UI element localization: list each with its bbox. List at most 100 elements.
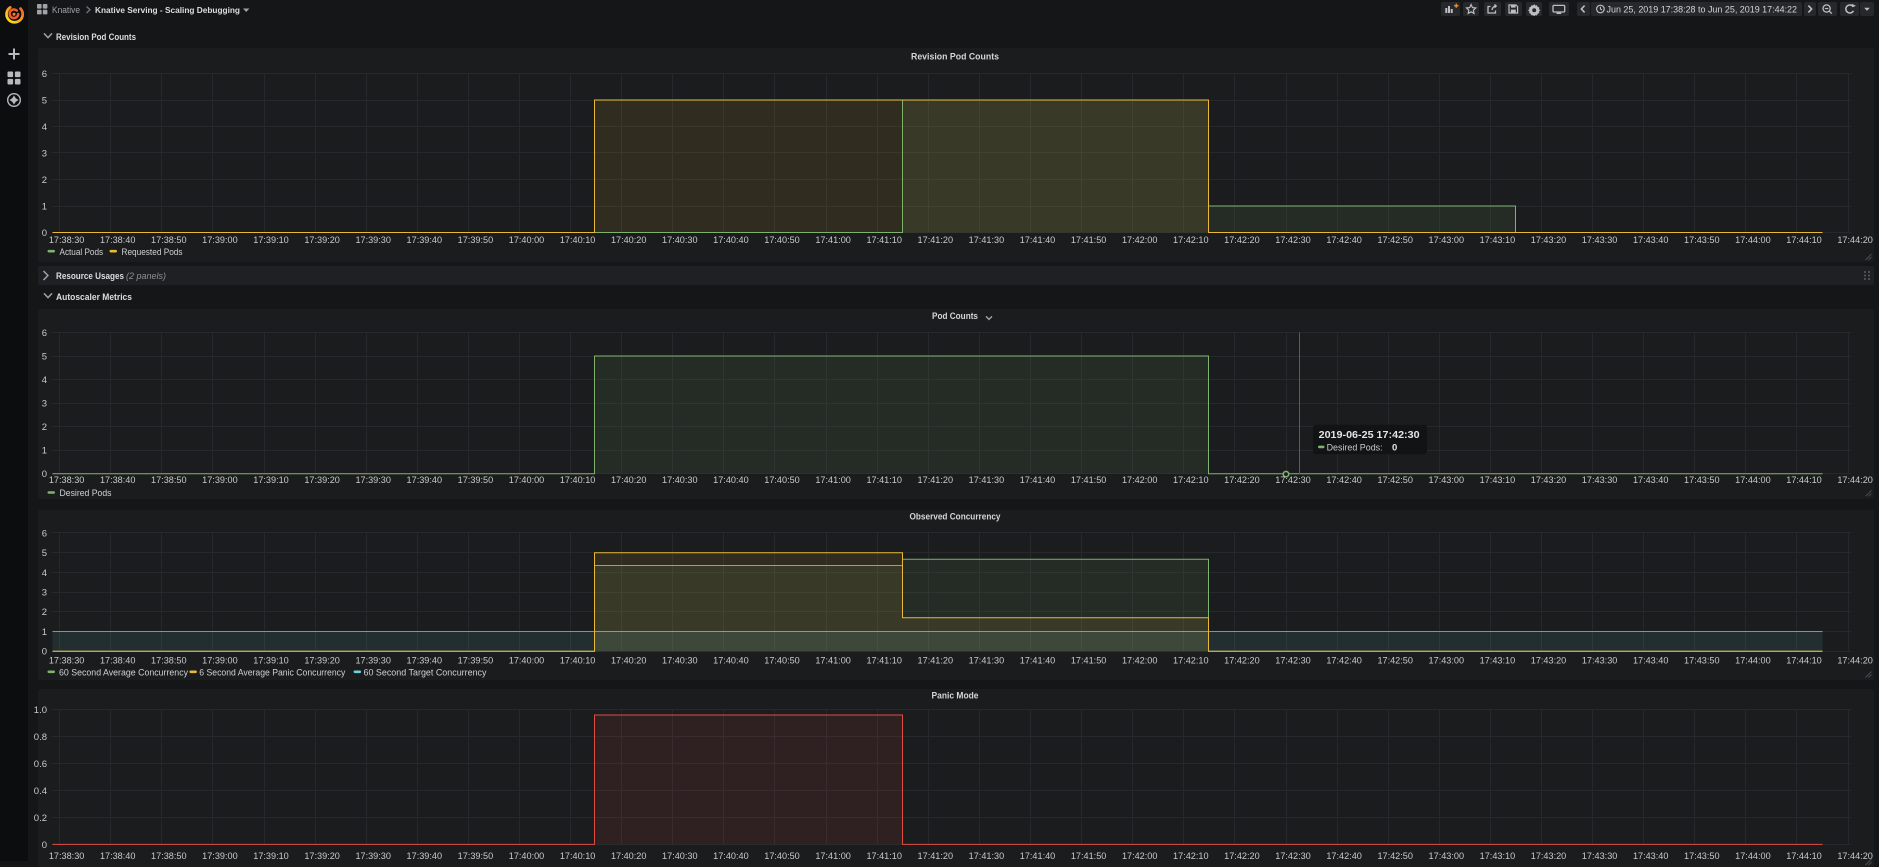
svg-text:17:39:40: 17:39:40 bbox=[407, 851, 443, 861]
svg-text:Observed Concurrency: Observed Concurrency bbox=[910, 512, 1002, 523]
svg-text:17:43:20: 17:43:20 bbox=[1531, 851, 1567, 861]
svg-text:17:42:50: 17:42:50 bbox=[1377, 655, 1413, 665]
svg-text:17:44:00: 17:44:00 bbox=[1735, 235, 1771, 245]
svg-text:17:43:30: 17:43:30 bbox=[1582, 475, 1618, 485]
svg-text:17:38:30: 17:38:30 bbox=[49, 655, 85, 665]
svg-text:60 Second Target Concurrency: 60 Second Target Concurrency bbox=[364, 667, 487, 677]
svg-text:Panic Mode: Panic Mode bbox=[932, 691, 979, 702]
svg-text:17:38:50: 17:38:50 bbox=[151, 851, 187, 861]
svg-text:17:41:30: 17:41:30 bbox=[969, 475, 1005, 485]
svg-text:17:44:20: 17:44:20 bbox=[1837, 655, 1873, 665]
svg-text:Desired Pods:: Desired Pods: bbox=[1327, 443, 1383, 454]
svg-text:17:43:30: 17:43:30 bbox=[1582, 235, 1618, 245]
svg-text:17:39:00: 17:39:00 bbox=[202, 851, 238, 861]
svg-text:17:43:00: 17:43:00 bbox=[1429, 851, 1465, 861]
svg-text:17:41:10: 17:41:10 bbox=[866, 475, 902, 485]
svg-text:5: 5 bbox=[42, 95, 47, 106]
svg-text:17:39:10: 17:39:10 bbox=[253, 475, 289, 485]
svg-text:17:39:40: 17:39:40 bbox=[407, 475, 443, 485]
svg-text:17:42:30: 17:42:30 bbox=[1275, 851, 1311, 861]
svg-text:Knative: Knative bbox=[52, 5, 80, 15]
svg-text:Pod Counts: Pod Counts bbox=[932, 311, 978, 322]
svg-text:17:39:30: 17:39:30 bbox=[355, 235, 391, 245]
svg-text:4: 4 bbox=[42, 568, 47, 579]
svg-text:2: 2 bbox=[42, 607, 47, 618]
svg-text:17:40:00: 17:40:00 bbox=[509, 235, 545, 245]
svg-text:6 Second Average Panic Concurr: 6 Second Average Panic Concurrency bbox=[199, 667, 345, 677]
svg-text:17:43:20: 17:43:20 bbox=[1531, 235, 1567, 245]
svg-text:17:38:30: 17:38:30 bbox=[49, 475, 85, 485]
svg-text:Jun 25, 2019 17:38:28 to Jun 2: Jun 25, 2019 17:38:28 to Jun 25, 2019 17… bbox=[1606, 4, 1797, 14]
svg-text:4: 4 bbox=[42, 375, 47, 386]
svg-text:17:43:10: 17:43:10 bbox=[1480, 475, 1516, 485]
svg-text:17:41:00: 17:41:00 bbox=[815, 655, 851, 665]
svg-text:17:43:50: 17:43:50 bbox=[1684, 475, 1720, 485]
svg-text:17:40:30: 17:40:30 bbox=[662, 235, 698, 245]
svg-text:17:41:20: 17:41:20 bbox=[918, 851, 954, 861]
svg-text:1: 1 bbox=[42, 201, 47, 212]
svg-text:17:40:40: 17:40:40 bbox=[713, 655, 749, 665]
svg-text:4: 4 bbox=[42, 122, 47, 133]
svg-text:17:44:20: 17:44:20 bbox=[1837, 851, 1873, 861]
svg-text:17:43:50: 17:43:50 bbox=[1684, 851, 1720, 861]
svg-text:3: 3 bbox=[42, 588, 47, 599]
svg-text:17:40:50: 17:40:50 bbox=[764, 655, 800, 665]
svg-text:17:41:30: 17:41:30 bbox=[969, 235, 1005, 245]
svg-text:60 Second Average Concurrency: 60 Second Average Concurrency bbox=[59, 667, 188, 677]
svg-text:17:41:50: 17:41:50 bbox=[1071, 655, 1107, 665]
svg-text:5: 5 bbox=[42, 548, 47, 559]
svg-text:17:39:50: 17:39:50 bbox=[458, 851, 494, 861]
svg-text:Desired Pods: Desired Pods bbox=[60, 488, 112, 498]
svg-text:17:41:00: 17:41:00 bbox=[815, 235, 851, 245]
svg-text:17:44:00: 17:44:00 bbox=[1735, 851, 1771, 861]
svg-text:17:40:50: 17:40:50 bbox=[764, 235, 800, 245]
svg-text:17:43:30: 17:43:30 bbox=[1582, 655, 1618, 665]
svg-text:17:43:40: 17:43:40 bbox=[1633, 655, 1669, 665]
svg-text:3: 3 bbox=[42, 399, 47, 410]
svg-text:17:39:00: 17:39:00 bbox=[202, 655, 238, 665]
svg-text:5: 5 bbox=[42, 352, 47, 363]
svg-text:17:39:20: 17:39:20 bbox=[304, 235, 340, 245]
svg-text:17:41:10: 17:41:10 bbox=[866, 851, 902, 861]
svg-text:2: 2 bbox=[42, 422, 47, 433]
svg-text:17:42:40: 17:42:40 bbox=[1326, 235, 1362, 245]
svg-text:17:38:50: 17:38:50 bbox=[151, 475, 187, 485]
svg-text:Revision Pod Counts: Revision Pod Counts bbox=[911, 52, 999, 63]
svg-text:17:42:30: 17:42:30 bbox=[1275, 475, 1311, 485]
svg-text:17:42:40: 17:42:40 bbox=[1326, 851, 1362, 861]
svg-text:17:39:50: 17:39:50 bbox=[458, 235, 494, 245]
svg-text:17:43:20: 17:43:20 bbox=[1531, 655, 1567, 665]
svg-text:17:42:10: 17:42:10 bbox=[1173, 851, 1209, 861]
svg-text:17:41:30: 17:41:30 bbox=[969, 851, 1005, 861]
svg-text:17:42:00: 17:42:00 bbox=[1122, 655, 1158, 665]
svg-text:0: 0 bbox=[42, 840, 47, 851]
svg-text:17:41:50: 17:41:50 bbox=[1071, 851, 1107, 861]
svg-text:0: 0 bbox=[42, 647, 47, 658]
svg-text:17:43:00: 17:43:00 bbox=[1429, 655, 1465, 665]
svg-text:17:42:20: 17:42:20 bbox=[1224, 655, 1260, 665]
svg-text:0: 0 bbox=[42, 228, 47, 239]
svg-text:17:39:10: 17:39:10 bbox=[253, 655, 289, 665]
svg-text:17:39:00: 17:39:00 bbox=[202, 475, 238, 485]
svg-text:17:39:20: 17:39:20 bbox=[304, 475, 340, 485]
svg-text:17:38:30: 17:38:30 bbox=[49, 851, 85, 861]
svg-text:1.0: 1.0 bbox=[34, 705, 47, 716]
svg-text:17:42:10: 17:42:10 bbox=[1173, 475, 1209, 485]
svg-text:17:38:40: 17:38:40 bbox=[100, 851, 136, 861]
svg-text:17:42:20: 17:42:20 bbox=[1224, 851, 1260, 861]
svg-text:17:42:20: 17:42:20 bbox=[1224, 235, 1260, 245]
svg-text:17:41:40: 17:41:40 bbox=[1020, 851, 1056, 861]
svg-text:2: 2 bbox=[42, 175, 47, 186]
svg-text:17:39:40: 17:39:40 bbox=[407, 655, 443, 665]
svg-text:17:42:50: 17:42:50 bbox=[1377, 851, 1413, 861]
svg-text:17:43:10: 17:43:10 bbox=[1480, 851, 1516, 861]
svg-text:17:41:20: 17:41:20 bbox=[918, 655, 954, 665]
svg-text:17:43:40: 17:43:40 bbox=[1633, 475, 1669, 485]
svg-text:17:42:30: 17:42:30 bbox=[1275, 235, 1311, 245]
svg-text:1: 1 bbox=[42, 446, 47, 457]
svg-text:17:40:30: 17:40:30 bbox=[662, 851, 698, 861]
svg-text:17:43:30: 17:43:30 bbox=[1582, 851, 1618, 861]
svg-text:17:40:40: 17:40:40 bbox=[713, 475, 749, 485]
svg-text:17:40:40: 17:40:40 bbox=[713, 851, 749, 861]
svg-text:17:44:10: 17:44:10 bbox=[1786, 475, 1822, 485]
